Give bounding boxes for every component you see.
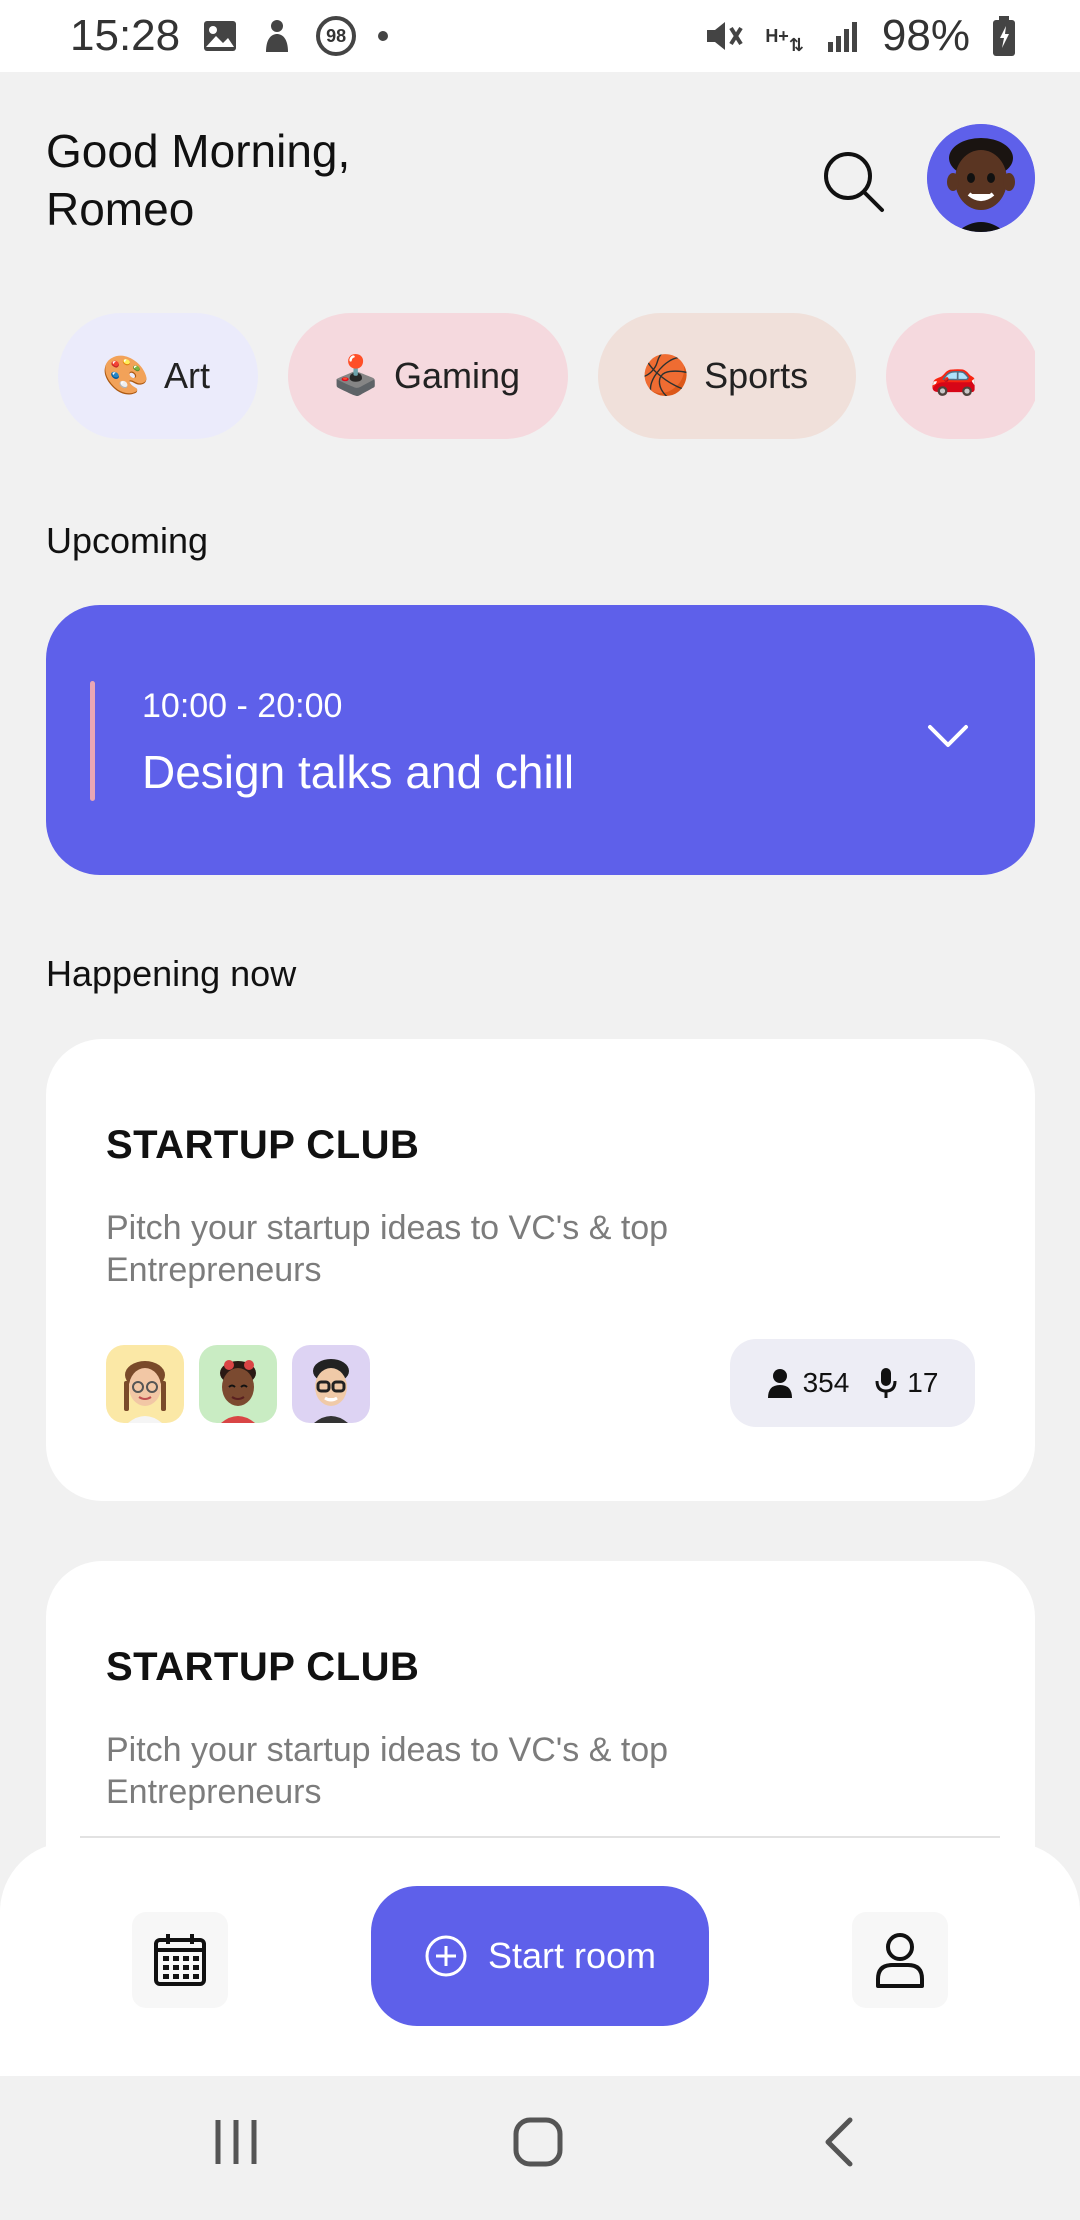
- category-chip-gaming[interactable]: 🕹️ Gaming: [288, 313, 569, 439]
- category-chip-sports[interactable]: 🏀 Sports: [598, 313, 857, 439]
- listener-count: 354: [802, 1367, 850, 1398]
- category-chips: 🎨 Art 🕹️ Gaming 🏀 Sports 🚗: [58, 313, 1035, 441]
- user-avatar[interactable]: [927, 124, 1035, 232]
- network-type-label: H+ ⇅: [765, 26, 804, 55]
- joystick-icon: 🕹️: [332, 355, 380, 397]
- more-notifications-dot: [378, 31, 389, 41]
- happening-now-heading: Happening now: [46, 953, 297, 994]
- upcoming-heading: Upcoming: [46, 520, 209, 561]
- participant-avatar[interactable]: [199, 1345, 277, 1423]
- battery-percent: 98%: [881, 11, 970, 60]
- user-icon: [876, 1933, 924, 1988]
- memoji-avatar-icon: [927, 124, 1035, 232]
- event-accent-bar: [90, 681, 95, 801]
- back-chevron-icon: [825, 2117, 853, 2167]
- recent-apps-icon: [215, 2120, 257, 2164]
- memoji-girl-icon: [124, 1361, 166, 1423]
- start-room-label: Start room: [487, 1935, 657, 1976]
- home-button[interactable]: [512, 2116, 564, 2173]
- event-title: Design talks and chill: [142, 746, 575, 798]
- participant-avatar[interactable]: [292, 1345, 370, 1423]
- chevron-down-icon: [928, 725, 968, 747]
- greeting-line: Good Morning,: [46, 125, 351, 177]
- start-room-button[interactable]: Start room: [371, 1886, 709, 2026]
- signal-icon: [826, 20, 860, 52]
- mute-icon: [703, 18, 744, 54]
- system-navigation-bar: [0, 2076, 1080, 2220]
- calendar-icon: [154, 1934, 206, 1986]
- room-card[interactable]: STARTUP CLUB Pitch your startup ideas to…: [46, 1039, 1035, 1501]
- search-icon: [824, 152, 884, 212]
- calendar-button[interactable]: [132, 1912, 228, 2008]
- recent-apps-button[interactable]: [212, 2116, 260, 2173]
- status-time: 15:28: [70, 11, 181, 60]
- car-icon: 🚗: [930, 355, 978, 397]
- category-chip-cars[interactable]: 🚗: [886, 313, 1035, 439]
- app-notification-icon: [260, 18, 294, 54]
- profile-button[interactable]: [852, 1912, 948, 2008]
- room-stats: 354 17: [730, 1339, 975, 1427]
- status-bar: 15:28 98 H+ ⇅ 98%: [0, 0, 1080, 72]
- speaker-count: 17: [907, 1367, 939, 1398]
- search-button[interactable]: [818, 146, 888, 216]
- basketball-icon: 🏀: [642, 355, 690, 397]
- greeting: Good Morning, Romeo: [46, 122, 546, 238]
- room-description: Pitch your startup ideas to VC's & top E…: [106, 1731, 669, 1811]
- palette-icon: 🎨: [102, 355, 150, 397]
- participant-avatar[interactable]: [106, 1345, 184, 1423]
- plus-circle-icon: [425, 1935, 467, 1977]
- category-label: Gaming: [394, 355, 521, 396]
- memoji-boy-icon: [313, 1359, 349, 1423]
- gallery-icon: [202, 19, 238, 53]
- expand-button[interactable]: [926, 721, 970, 751]
- room-title: STARTUP CLUB: [106, 1123, 420, 1167]
- participant-avatars: [106, 1345, 370, 1423]
- microphone-icon: [875, 1368, 897, 1398]
- upcoming-event-card[interactable]: 10:00 - 20:00 Design talks and chill: [46, 605, 1035, 875]
- back-button[interactable]: [822, 2116, 856, 2173]
- room-description: Pitch your startup ideas to VC's & top E…: [106, 1209, 669, 1289]
- category-label: Art: [164, 355, 211, 396]
- home-icon: [513, 2117, 563, 2167]
- category-chip-art[interactable]: 🎨 Art: [58, 313, 259, 439]
- category-label: Sports: [704, 355, 809, 396]
- person-icon: [767, 1369, 792, 1398]
- badge-98-icon: 98: [316, 16, 357, 56]
- room-title: STARTUP CLUB: [106, 1645, 420, 1689]
- memoji-girl-icon: [220, 1360, 256, 1423]
- battery-icon: [992, 16, 1016, 56]
- user-name: Romeo: [46, 183, 195, 235]
- divider: [80, 1836, 1000, 1838]
- event-time: 10:00 - 20:00: [142, 687, 343, 725]
